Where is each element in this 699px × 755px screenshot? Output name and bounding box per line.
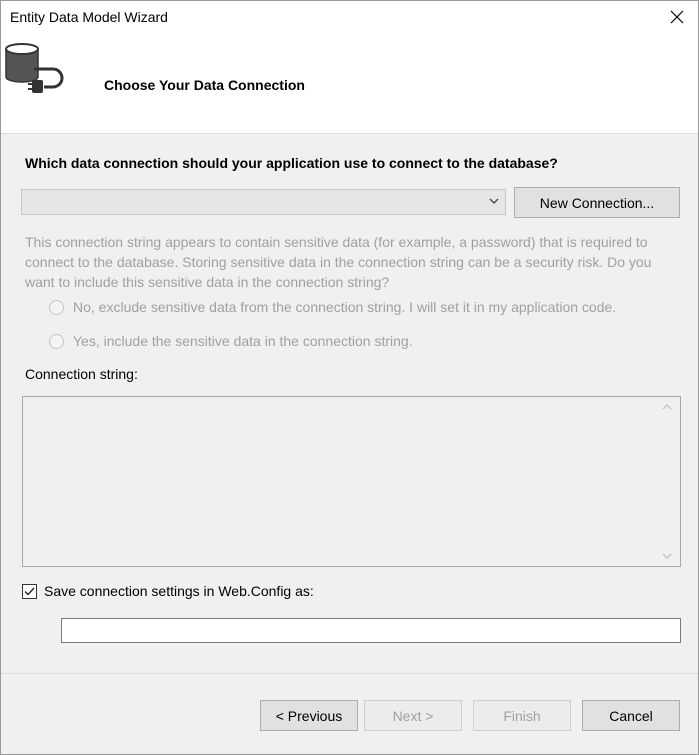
- save-settings-label: Save connection settings in Web.Config a…: [44, 583, 314, 599]
- next-button[interactable]: Next >: [364, 700, 462, 731]
- finish-button[interactable]: Finish: [473, 700, 571, 731]
- close-button[interactable]: [664, 5, 690, 29]
- footer-divider: [1, 673, 698, 674]
- page-title: Choose Your Data Connection: [104, 77, 305, 93]
- chevron-down-icon: [489, 198, 499, 204]
- connection-string-textarea[interactable]: [22, 396, 681, 567]
- sensitive-data-text: This connection string appears to contai…: [25, 234, 652, 290]
- previous-button[interactable]: < Previous: [260, 700, 358, 731]
- connection-string-label: Connection string:: [25, 366, 138, 382]
- radio-circle: [49, 299, 64, 315]
- config-name-input[interactable]: [61, 618, 681, 643]
- connection-select[interactable]: [21, 189, 506, 215]
- include-sensitive-radio[interactable]: Yes, include the sensitive data in the c…: [49, 333, 413, 349]
- exclude-sensitive-label: No, exclude sensitive data from the conn…: [73, 299, 617, 315]
- radio-circle: [49, 333, 64, 349]
- window-title: Entity Data Model Wizard: [10, 9, 168, 25]
- checkmark-icon: [24, 587, 35, 596]
- checkbox-box: [22, 583, 37, 599]
- scroll-down-icon[interactable]: [662, 553, 672, 560]
- exclude-sensitive-radio[interactable]: No, exclude sensitive data from the conn…: [49, 299, 616, 315]
- save-settings-checkbox[interactable]: Save connection settings in Web.Config a…: [22, 583, 314, 599]
- cancel-button[interactable]: Cancel: [582, 700, 680, 731]
- new-connection-button[interactable]: New Connection...: [514, 187, 680, 218]
- wizard-window: Entity Data Model Wizard Choose Your Dat…: [0, 0, 699, 755]
- scroll-up-icon[interactable]: [662, 403, 672, 410]
- close-icon: [670, 10, 684, 24]
- connection-question: Which data connection should your applic…: [25, 155, 558, 171]
- include-sensitive-label: Yes, include the sensitive data in the c…: [73, 333, 413, 349]
- header-panel: Entity Data Model Wizard Choose Your Dat…: [1, 1, 698, 134]
- database-plug-icon: [5, 43, 64, 93]
